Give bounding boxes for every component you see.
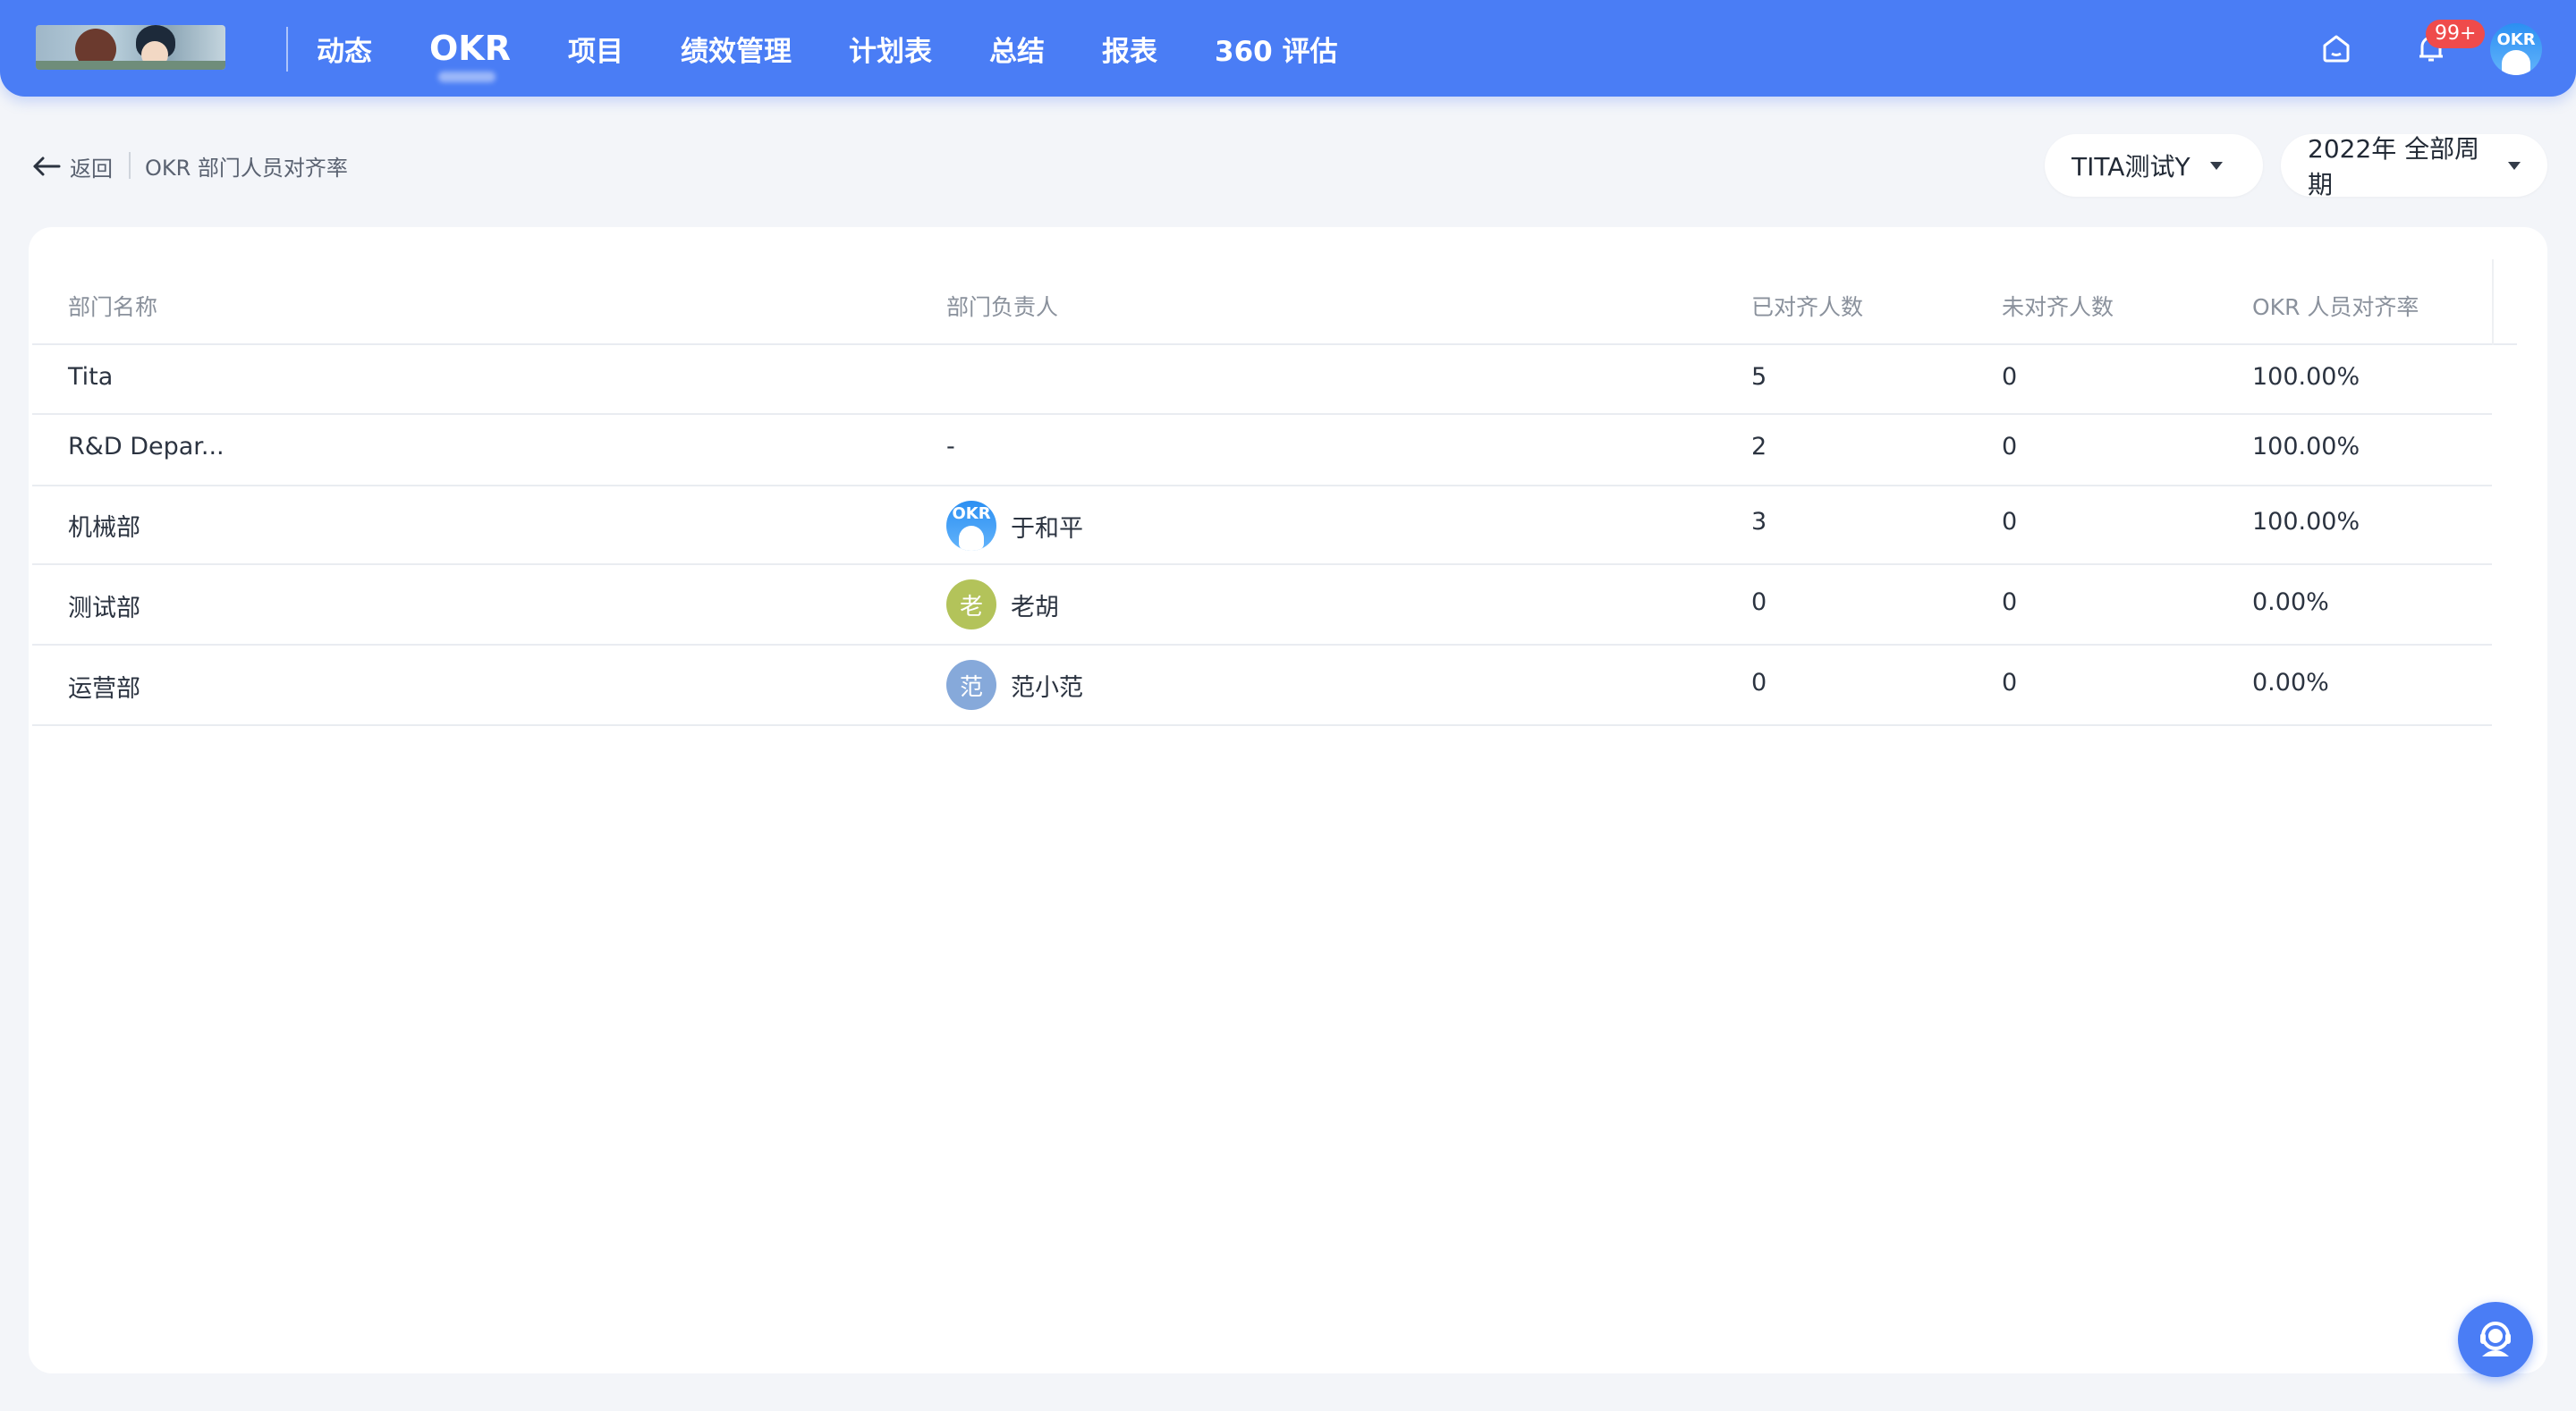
aligned-count: 0 (1751, 669, 1767, 697)
unaligned-count: 0 (2002, 588, 2018, 616)
alignment-rate: 0.00% (2252, 669, 2329, 697)
top-navigation-bar: 动态 OKR 项目 绩效管理 计划表 总结 报表 360 评估 99+ OKR (0, 0, 2576, 97)
owner-avatar: 老 (946, 579, 996, 629)
unaligned-count: 0 (2002, 363, 2018, 391)
caret-down-icon (2209, 161, 2223, 170)
owner-name: 范小范 (1011, 673, 1083, 702)
nav-item-feed[interactable]: 动态 (317, 29, 372, 69)
table-row[interactable]: R&D Depar... - 2 0 100.00% (32, 415, 2492, 486)
column-header-aligned: 已对齐人数 (1751, 294, 1864, 320)
dept-owner: 老 老胡 (946, 579, 1059, 629)
dept-name: 测试部 (68, 595, 140, 622)
notification-badge: 99+ (2426, 20, 2486, 48)
alignment-rate: 0.00% (2252, 588, 2329, 616)
aligned-count: 3 (1751, 508, 1767, 536)
owner-name: 于和平 (1011, 514, 1083, 543)
table-row[interactable]: 测试部 老 老胡 0 0 0.00% (32, 565, 2492, 646)
dept-name: 运营部 (68, 675, 140, 703)
unaligned-count: 0 (2002, 508, 2018, 536)
user-avatar[interactable]: OKR (2490, 23, 2542, 75)
dept-owner: - (946, 433, 955, 460)
caret-down-icon (2508, 161, 2521, 170)
breadcrumb-divider (129, 152, 131, 179)
nav-item-performance[interactable]: 绩效管理 (681, 29, 792, 69)
arrow-left-icon (33, 156, 61, 176)
owner-name: 老胡 (1011, 593, 1059, 621)
table-row[interactable]: Tita 5 0 100.00% (32, 345, 2492, 415)
nav-item-project[interactable]: 项目 (568, 29, 623, 69)
alignment-rate: 100.00% (2252, 508, 2360, 536)
header-column-divider (2492, 259, 2494, 345)
user-select[interactable]: TITA测试Y (2045, 134, 2263, 197)
alignment-rate: 100.00% (2252, 433, 2360, 460)
company-logo[interactable] (36, 25, 225, 70)
nav-item-summary[interactable]: 总结 (989, 29, 1045, 69)
aligned-count: 5 (1751, 363, 1767, 391)
table-row[interactable]: 运营部 范 范小范 0 0 0.00% (32, 646, 2492, 726)
nav-item-schedule[interactable]: 计划表 (849, 29, 932, 69)
back-label: 返回 (70, 156, 113, 182)
dept-owner: OKR 于和平 (946, 501, 1083, 551)
customer-service-button[interactable] (2458, 1302, 2533, 1377)
unaligned-count: 0 (2002, 433, 2018, 460)
owner-avatar: 范 (946, 660, 996, 710)
dept-owner: 范 范小范 (946, 660, 1083, 710)
main-nav: 动态 OKR 项目 绩效管理 计划表 总结 报表 360 评估 (317, 0, 1395, 97)
nav-item-report[interactable]: 报表 (1102, 29, 1157, 69)
owner-avatar: OKR (946, 501, 996, 551)
nav-item-okr[interactable]: OKR (429, 29, 511, 68)
aligned-count: 0 (1751, 588, 1767, 616)
user-select-value: TITA测试Y (2072, 152, 2190, 182)
column-header-dept: 部门名称 (68, 294, 158, 320)
aligned-count: 2 (1751, 433, 1767, 460)
nav-divider (286, 27, 288, 72)
table-row[interactable]: 机械部 OKR 于和平 3 0 100.00% (32, 486, 2492, 565)
column-header-owner: 部门负责人 (946, 294, 1059, 320)
dept-name: Tita (68, 363, 114, 391)
page-title: OKR 部门人员对齐率 (145, 156, 348, 181)
alignment-rate: 100.00% (2252, 363, 2360, 391)
dept-name: R&D Depar... (68, 433, 225, 460)
column-header-unaligned: 未对齐人数 (2002, 294, 2114, 320)
period-select[interactable]: 2022年 全部周期 (2281, 134, 2547, 199)
table-header: 部门名称 部门负责人 已对齐人数 未对齐人数 OKR 人员对齐率 (32, 259, 2517, 345)
unaligned-count: 0 (2002, 669, 2018, 697)
nav-item-360-review[interactable]: 360 评估 (1215, 29, 1338, 69)
dept-name: 机械部 (68, 514, 140, 542)
customer-service-icon (2480, 1322, 2511, 1356)
home-icon[interactable] (2318, 30, 2354, 66)
column-header-rate: OKR 人员对齐率 (2252, 294, 2419, 320)
back-button[interactable]: 返回 (30, 150, 113, 182)
period-select-value: 2022年 全部周期 (2308, 134, 2480, 199)
